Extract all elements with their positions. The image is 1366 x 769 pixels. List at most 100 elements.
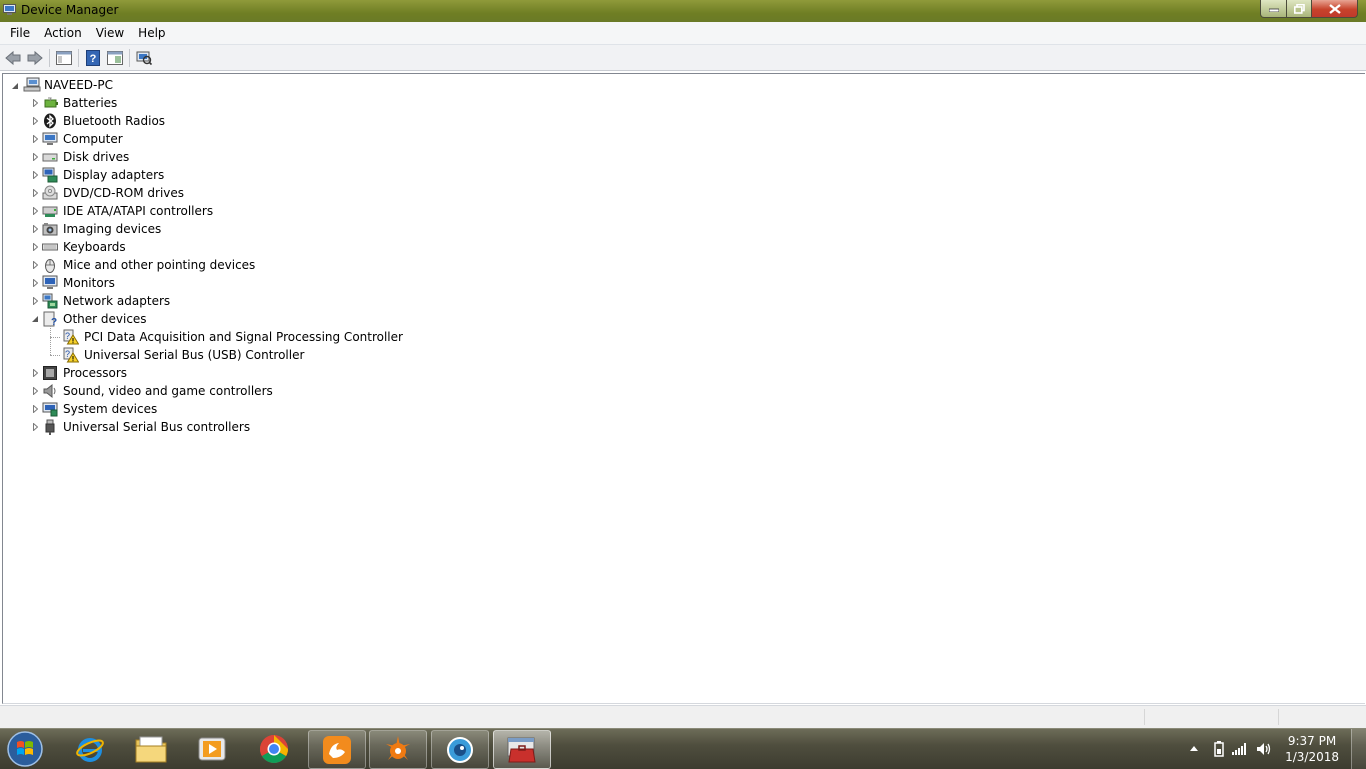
tree-child-universal-serial-bus-usb-controller[interactable]: ? Universal Serial Bus (USB) Controller — [63, 346, 304, 364]
disk-drive-icon — [42, 149, 58, 165]
menu-file[interactable]: File — [3, 22, 37, 44]
toolbar-separator — [78, 48, 79, 67]
tree-item-label: Imaging devices — [63, 222, 162, 236]
show-hidden-icons-icon[interactable] — [1190, 745, 1198, 751]
warning-device-icon: ? — [63, 347, 80, 363]
device-tree[interactable]: NAVEED-PC Batteries Bluetooth Radios Compu… — [2, 73, 1365, 704]
expand-arrow-icon[interactable] — [31, 369, 39, 377]
expand-arrow-icon[interactable] — [31, 171, 39, 179]
minimize-icon — [1268, 8, 1279, 12]
tree-item-label: Sound, video and game controllers — [63, 384, 273, 398]
tree-item-bluetooth-radios[interactable]: Bluetooth Radios — [42, 112, 165, 130]
expand-arrow-icon[interactable] — [31, 99, 39, 107]
computer-name: NAVEED-PC — [44, 78, 113, 92]
tree-item-dvd-cd-rom-drives[interactable]: DVD/CD-ROM drives — [42, 184, 184, 202]
svg-text:?: ? — [51, 317, 57, 327]
tree-child-pci-data-acquisition-and-signal-processing-controller[interactable]: ? PCI Data Acquisition and Signal Process… — [63, 328, 403, 346]
properties-button[interactable] — [104, 47, 126, 69]
minimize-button[interactable] — [1260, 0, 1287, 18]
system-devices-icon — [42, 401, 58, 417]
monitor-icon — [42, 275, 58, 291]
expand-arrow-icon[interactable] — [31, 279, 39, 287]
dvd-drive-icon — [42, 185, 58, 201]
menu-help[interactable]: Help — [131, 22, 172, 44]
menu-action[interactable]: Action — [37, 22, 89, 44]
tree-item-label: DVD/CD-ROM drives — [63, 186, 185, 200]
ide-controller-icon — [42, 203, 58, 219]
svg-text:?: ? — [65, 331, 70, 341]
tree-item-network-adapters[interactable]: Network adapters — [42, 292, 170, 310]
tree-item-label: Keyboards — [63, 240, 126, 254]
device-manager-taskbar-button[interactable] — [493, 730, 551, 769]
tree-item-system-devices[interactable]: System devices — [42, 400, 157, 418]
tree-item-computer[interactable]: Computer — [42, 130, 123, 148]
toolbar-separator — [129, 48, 130, 67]
tree-item-display-adapters[interactable]: Display adapters — [42, 166, 164, 184]
expand-arrow-icon[interactable] — [31, 117, 39, 125]
show-hide-console-tree-button[interactable] — [53, 47, 75, 69]
tree-item-label: Monitors — [63, 276, 115, 290]
back-button[interactable] — [2, 47, 24, 69]
tree-item-label: Universal Serial Bus controllers — [63, 420, 251, 434]
tree-item-disk-drives[interactable]: Disk drives — [42, 148, 129, 166]
expand-arrow-icon[interactable] — [31, 405, 39, 413]
start-button[interactable] — [5, 730, 45, 768]
keyboard-icon — [42, 239, 58, 255]
chrome-taskbar-button[interactable] — [246, 730, 302, 767]
expand-arrow-icon[interactable] — [31, 423, 39, 431]
forward-button[interactable] — [24, 47, 46, 69]
restore-button[interactable] — [1287, 0, 1312, 18]
media-player-taskbar-button[interactable] — [184, 730, 240, 767]
unknown-device-icon: ? — [42, 311, 58, 328]
tree-item-ide-ata-atapi-controllers[interactable]: IDE ATA/ATAPI controllers — [42, 202, 213, 220]
expand-arrow-icon[interactable] — [31, 135, 39, 143]
expand-arrow-icon[interactable] — [31, 243, 39, 251]
close-button[interactable] — [1312, 0, 1358, 18]
chrome-icon — [260, 734, 288, 763]
file-explorer-taskbar-button[interactable] — [123, 730, 179, 767]
tree-item-processors[interactable]: Processors — [42, 364, 127, 382]
expand-arrow-icon[interactable] — [31, 153, 39, 161]
scan-hardware-changes-button[interactable] — [133, 47, 155, 69]
expand-arrow-icon[interactable] — [31, 261, 39, 269]
eye-browser-taskbar-button[interactable] — [431, 730, 489, 769]
help-button[interactable]: ? — [82, 47, 104, 69]
volume-icon[interactable] — [1256, 741, 1272, 757]
network-signal-icon[interactable] — [1232, 742, 1248, 756]
expand-arrow-icon[interactable] — [31, 225, 39, 233]
device-manager-icon — [507, 737, 536, 762]
tree-item-batteries[interactable]: Batteries — [42, 94, 117, 112]
expand-arrow-icon[interactable] — [31, 297, 39, 305]
tree-child-label: Universal Serial Bus (USB) Controller — [84, 348, 305, 362]
toolbar-separator — [49, 48, 50, 67]
tree-item-label: Display adapters — [63, 168, 165, 182]
menu-bar: File Action View Help — [0, 22, 1366, 45]
internet-explorer-taskbar-button[interactable] — [62, 730, 118, 767]
uc-browser-taskbar-button[interactable] — [308, 730, 366, 769]
tree-item-mice-and-other-pointing-devices[interactable]: Mice and other pointing devices — [42, 256, 255, 274]
tree-item-other-devices[interactable]: ? Other devices — [42, 310, 147, 328]
browser-eye-icon — [447, 736, 473, 763]
tree-item-keyboards[interactable]: Keyboards — [42, 238, 126, 256]
media-player-icon — [198, 737, 226, 760]
expand-arrow-icon[interactable] — [31, 387, 39, 395]
title-bar: Device Manager — [0, 0, 1366, 22]
expand-arrow-icon[interactable] — [31, 189, 39, 197]
file-explorer-icon — [135, 736, 167, 762]
tree-item-sound-video-and-game-controllers[interactable]: Sound, video and game controllers — [42, 382, 273, 400]
clock[interactable]: 9:37 PM 1/3/2018 — [1285, 733, 1339, 765]
tree-item-universal-serial-bus-controllers[interactable]: Universal Serial Bus controllers — [42, 418, 250, 436]
menu-view[interactable]: View — [89, 22, 131, 44]
battery-tray-icon[interactable] — [1214, 741, 1224, 757]
collapse-arrow-icon[interactable] — [31, 315, 39, 323]
tree-root[interactable]: NAVEED-PC — [23, 76, 113, 94]
expand-arrow-icon[interactable] — [31, 207, 39, 215]
collapse-arrow-icon[interactable] — [11, 82, 19, 90]
show-desktop-button[interactable] — [1351, 729, 1366, 769]
avast-taskbar-button[interactable] — [369, 730, 427, 769]
tree-item-label: Processors — [63, 366, 128, 380]
tree-connector-line — [50, 326, 51, 355]
tree-item-imaging-devices[interactable]: Imaging devices — [42, 220, 161, 238]
tree-item-monitors[interactable]: Monitors — [42, 274, 115, 292]
clock-time: 9:37 PM — [1287, 734, 1337, 748]
